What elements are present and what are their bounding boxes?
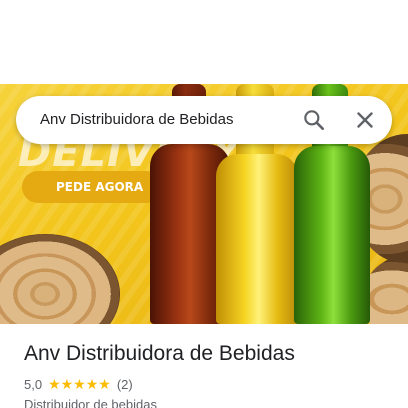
top-blank-area bbox=[0, 0, 408, 84]
place-category: Distribuidor de bebidas bbox=[24, 397, 157, 408]
rating-value: 5,0 bbox=[24, 377, 43, 392]
pede-agora-banner-button: PEDE AGORA bbox=[22, 171, 162, 203]
place-info-panel: Anv Distribuidora de Bebidas 5,0 ★★★★★ (… bbox=[0, 324, 408, 408]
search-input[interactable]: Anv Distribuidora de Bebidas bbox=[40, 96, 233, 144]
search-icon[interactable] bbox=[301, 107, 327, 133]
rating-row[interactable]: 5,0 ★★★★★ (2) bbox=[24, 376, 133, 393]
place-title: Anv Distribuidora de Bebidas bbox=[24, 342, 295, 365]
close-icon[interactable] bbox=[352, 107, 378, 133]
search-bar[interactable]: Anv Distribuidora de Bebidas bbox=[16, 96, 392, 144]
star-rating-icon: ★★★★★ bbox=[48, 376, 111, 392]
review-count[interactable]: (2) bbox=[117, 377, 133, 392]
